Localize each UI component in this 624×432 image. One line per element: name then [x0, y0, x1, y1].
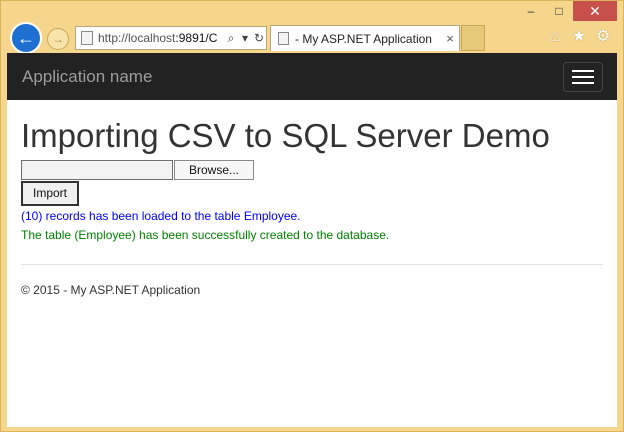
back-arrow-icon: ← [17, 27, 35, 48]
site-navbar: Application name [7, 53, 617, 100]
hamburger-bar-icon [572, 82, 594, 84]
browser-window: – □ ✕ ← → http://localhost:9891/C ⌕ ▾ ↻ … [0, 0, 624, 432]
file-path-input[interactable] [21, 160, 173, 181]
close-window-button[interactable]: ✕ [573, 1, 617, 21]
browser-toolbar: ← → http://localhost:9891/C ⌕ ▾ ↻ - My A… [1, 21, 623, 54]
import-button[interactable]: Import [21, 181, 79, 207]
forward-arrow-icon: → [52, 32, 64, 46]
url-rest: :9891/C [175, 31, 218, 45]
footer-divider [21, 264, 603, 266]
address-bar[interactable]: http://localhost:9891/C ⌕ ▾ ↻ [75, 26, 267, 50]
page-icon [81, 31, 93, 45]
minimize-button[interactable]: – [517, 1, 545, 21]
tab-title: - My ASP.NET Application [295, 31, 432, 46]
hamburger-bar-icon [572, 76, 594, 78]
home-icon[interactable]: ⌂ [547, 29, 563, 45]
footer-text: © 2015 - My ASP.NET Application [21, 283, 201, 298]
caption-buttons: – □ ✕ [517, 1, 617, 23]
table-created-message: The table (Employee) has been successful… [21, 228, 390, 243]
browser-right-icons: ⌂ ★ ⚙ [547, 29, 611, 45]
tab-close-icon[interactable]: × [441, 31, 459, 46]
address-url[interactable]: http://localhost:9891/C [98, 31, 224, 45]
maximize-button[interactable]: □ [545, 1, 573, 21]
page-title: Importing CSV to SQL Server Demo [21, 117, 550, 154]
search-icon[interactable]: ⌕ [224, 31, 238, 46]
refresh-icon[interactable]: ↻ [252, 31, 266, 45]
gear-icon[interactable]: ⚙ [595, 29, 611, 45]
hamburger-bar-icon [572, 70, 594, 72]
back-button[interactable]: ← [10, 22, 42, 54]
browse-button[interactable]: Browse... [174, 160, 254, 181]
chevron-down-icon[interactable]: ▾ [238, 31, 252, 45]
new-tab-button[interactable] [461, 25, 485, 51]
browser-tab[interactable]: - My ASP.NET Application × [270, 25, 460, 51]
file-upload-row: Browse... [21, 160, 603, 181]
records-loaded-message: (10) records has been loaded to the tabl… [21, 209, 301, 224]
tab-page-icon [278, 32, 289, 45]
url-scheme-host: http://localhost [98, 31, 176, 45]
main-content: Importing CSV to SQL Server Demo Browse.… [7, 117, 617, 298]
favorites-star-icon[interactable]: ★ [571, 29, 587, 45]
forward-button[interactable]: → [47, 28, 69, 50]
navbar-brand[interactable]: Application name [22, 67, 152, 87]
menu-toggle-button[interactable] [563, 62, 603, 92]
page-viewport: Application name Importing CSV to SQL Se… [7, 53, 617, 427]
